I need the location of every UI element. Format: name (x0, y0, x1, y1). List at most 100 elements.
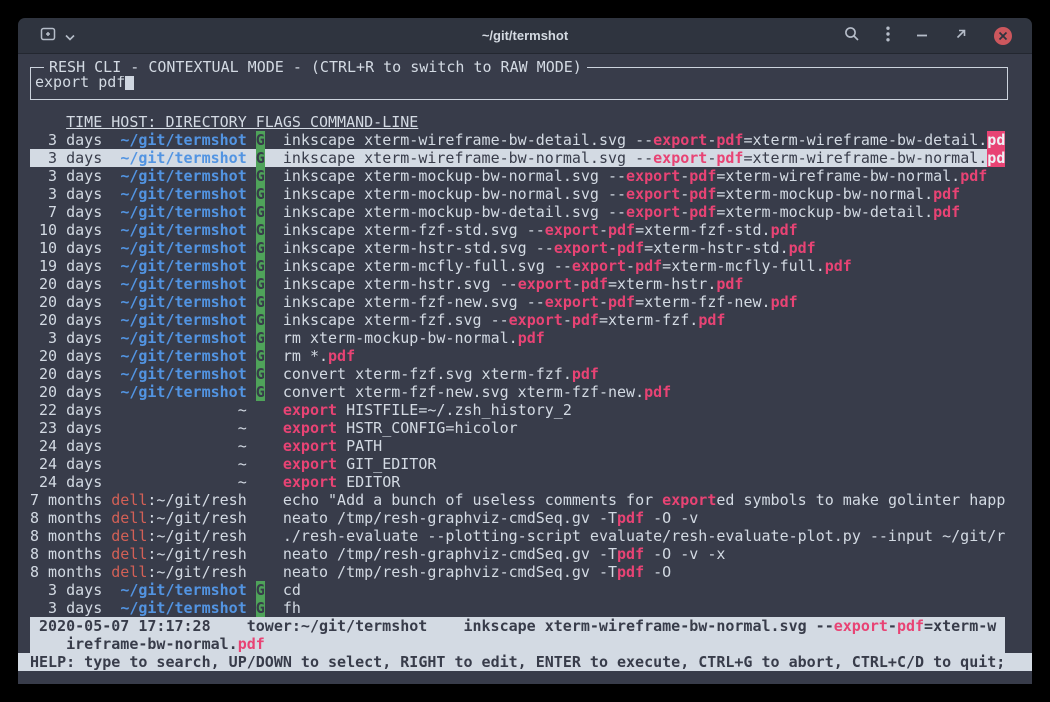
search-box: RESH CLI - CONTEXTUAL MODE - (CTRL+R to … (30, 67, 1008, 100)
text-segment (247, 509, 256, 527)
git-flag: G (256, 203, 265, 221)
history-row[interactable]: 20 days ~/git/termshot G inkscape xterm-… (30, 293, 1005, 311)
row-time: 24 days (30, 437, 111, 455)
history-row[interactable]: 22 days ~ export HISTFILE=~/.zsh_history… (30, 401, 1005, 419)
text-segment (247, 491, 256, 509)
restore-button[interactable] (954, 26, 968, 45)
history-row[interactable]: 3 days ~/git/termshot G fh (30, 599, 1005, 617)
text-segment (111, 239, 120, 257)
row-command-segment: inkscape xterm-fzf.svg -- (283, 311, 509, 329)
terminal-content[interactable]: RESH CLI - CONTEXTUAL MODE - (CTRL+R to … (18, 54, 1032, 684)
row-host-dir: ~/git/termshot (120, 185, 246, 203)
row-command-segment: export (283, 401, 337, 419)
git-flag: G (256, 275, 265, 293)
row-command-segment: =xterm-wireframe-bw-normal. (716, 167, 960, 185)
row-time: 8 months (30, 563, 111, 581)
row-command-segment: export (626, 167, 680, 185)
text-segment (111, 581, 120, 599)
row-command-segment: rm xterm-mockup-bw-normal. (283, 329, 518, 347)
flag-empty (256, 491, 265, 509)
row-command-segment: - (707, 131, 716, 149)
history-row[interactable]: 3 days ~/git/termshot G inkscape xterm-m… (30, 167, 1005, 185)
history-row[interactable]: 20 days ~/git/termshot G inkscape xterm-… (30, 311, 1005, 329)
row-time: 3 days (30, 185, 111, 203)
row-host-dir: ~/git/termshot (120, 347, 246, 365)
history-row[interactable]: 3 days ~/git/termshot G inkscape xterm-w… (30, 131, 1005, 149)
text-segment (247, 293, 256, 311)
row-command-segment: inkscape xterm-hstr.svg -- (283, 275, 518, 293)
row-host-dir: :~/git/resh (147, 527, 246, 545)
row-time: 22 days (30, 401, 111, 419)
row-time: 19 days (30, 257, 111, 275)
tab-dropdown-button[interactable] (65, 26, 75, 45)
row-command-segment: export (626, 185, 680, 203)
row-host-dir: :~/git/resh (147, 563, 246, 581)
history-row[interactable]: 7 months dell:~/git/resh echo "Add a bun… (30, 491, 1005, 509)
history-row[interactable]: 19 days ~/git/termshot G inkscape xterm-… (30, 257, 1005, 275)
search-icon (844, 26, 860, 46)
new-tab-button[interactable] (40, 26, 58, 46)
row-time: 3 days (30, 149, 111, 167)
history-row[interactable]: 10 days ~/git/termshot G inkscape xterm-… (30, 221, 1005, 239)
history-row[interactable]: 20 days ~/git/termshot G convert xterm-f… (30, 365, 1005, 383)
history-row[interactable]: 8 months dell:~/git/resh neato /tmp/resh… (30, 563, 1005, 581)
history-row[interactable]: 23 days ~ export HSTR_CONFIG=hicolor (30, 419, 1005, 437)
row-command-segment: pdf (617, 239, 644, 257)
row-command-segment: pdf (572, 311, 599, 329)
text-segment (265, 473, 283, 491)
history-row[interactable]: 10 days ~/git/termshot G inkscape xterm-… (30, 239, 1005, 257)
text-segment (111, 329, 120, 347)
history-row[interactable]: 3 days ~/git/termshot G inkscape xterm-m… (30, 185, 1005, 203)
git-flag: G (256, 329, 265, 347)
row-host-dir: ~/git/termshot (120, 329, 246, 347)
close-button[interactable] (994, 27, 1012, 45)
menu-button[interactable] (886, 26, 890, 46)
row-command-segment: -O -v -x (644, 545, 725, 563)
row-host-dir: ~/git/termshot (120, 311, 246, 329)
flag-empty (256, 527, 265, 545)
row-time: 20 days (30, 383, 111, 401)
row-time: 3 days (30, 581, 111, 599)
row-time: 3 days (30, 167, 111, 185)
text-segment (111, 455, 237, 473)
row-command-segment: pdf (716, 149, 743, 167)
row-command-segment: =xterm-mockup-bw-normal. (716, 185, 933, 203)
history-row[interactable]: 24 days ~ export EDITOR (30, 473, 1005, 491)
history-row[interactable]: 24 days ~ export PATH (30, 437, 1005, 455)
text-segment (265, 131, 283, 149)
flag-empty (256, 437, 265, 455)
text-segment (247, 203, 256, 221)
row-command-segment: HSTR_CONFIG=hicolor (337, 419, 518, 437)
titlebar[interactable]: ~/git/termshot (18, 18, 1032, 54)
history-row[interactable]: 8 months dell:~/git/resh neato /tmp/resh… (30, 545, 1005, 563)
text-segment (111, 203, 120, 221)
history-row[interactable]: 7 days ~/git/termshot G inkscape xterm-m… (30, 203, 1005, 221)
row-command-segment: - (599, 221, 608, 239)
history-row[interactable]: 24 days ~ export GIT_EDITOR (30, 455, 1005, 473)
history-row[interactable]: 8 months dell:~/git/resh neato /tmp/resh… (30, 509, 1005, 527)
row-host-dir: ~ (238, 401, 247, 419)
history-row[interactable]: 8 months dell:~/git/resh ./resh-evaluate… (30, 527, 1005, 545)
row-command-segment: inkscape xterm-fzf-std.svg -- (283, 221, 545, 239)
row-command-segment: -O -v (644, 509, 698, 527)
text-segment (247, 329, 256, 347)
search-button[interactable] (844, 26, 860, 46)
minimize-button[interactable] (916, 26, 928, 45)
history-row[interactable]: 20 days ~/git/termshot G rm *.pdf (30, 347, 1005, 365)
text-segment (265, 329, 283, 347)
history-row[interactable]: 20 days ~/git/termshot G convert xterm-f… (30, 383, 1005, 401)
row-command-segment: export (545, 221, 599, 239)
row-command-segment: - (599, 293, 608, 311)
text-segment (265, 437, 283, 455)
history-row-selected[interactable]: 3 days ~/git/termshot G inkscape xterm-w… (30, 149, 1005, 167)
history-row[interactable]: 20 days ~/git/termshot G inkscape xterm-… (30, 275, 1005, 293)
terminal-window: ~/git/termshot (18, 18, 1032, 684)
row-host-dir: :~/git/resh (147, 509, 246, 527)
text-segment (247, 401, 256, 419)
history-row[interactable]: 3 days ~/git/termshot G rm xterm-mockup-… (30, 329, 1005, 347)
detail-segment: pdf (238, 635, 265, 653)
history-row[interactable]: 3 days ~/git/termshot G cd (30, 581, 1005, 599)
row-command-segment: =xterm-mockup-bw-detail. (716, 203, 933, 221)
text-segment (247, 545, 256, 563)
row-command-segment: export (509, 311, 563, 329)
